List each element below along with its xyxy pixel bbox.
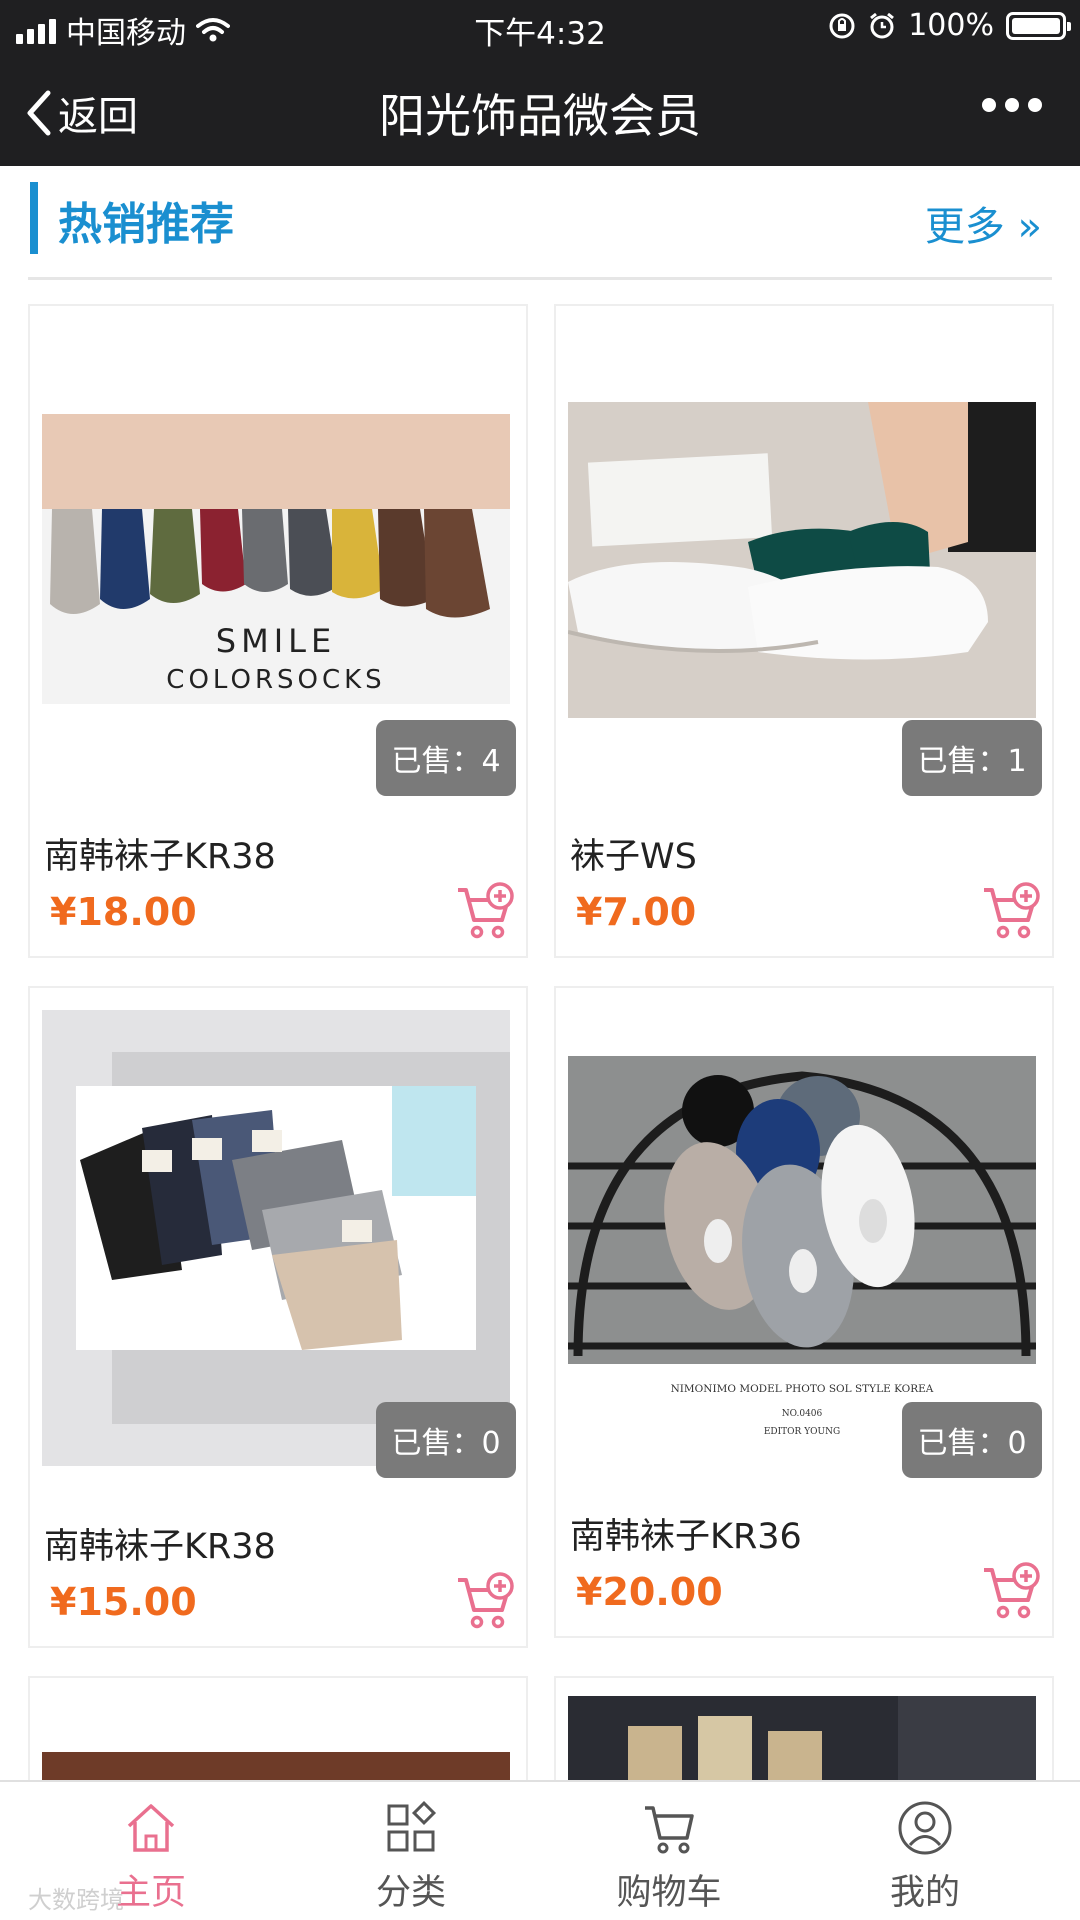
- battery-icon: [1006, 11, 1071, 40]
- top-bar: 中国移动 下午4:32 100% 返回 阳光饰品微会员: [0, 0, 1080, 166]
- tab-category[interactable]: 分类: [276, 1782, 546, 1920]
- user-icon: [898, 1801, 952, 1855]
- category-icon: [387, 1800, 437, 1852]
- product-image[interactable]: [568, 402, 1036, 718]
- product-card[interactable]: 已售：0 南韩袜子KR38 ¥15.00: [28, 986, 528, 1648]
- watermark: 大数跨境: [28, 1886, 124, 1914]
- image-caption-1: NIMONIMO MODEL PHOTO SOL STYLE KOREA: [671, 1383, 934, 1395]
- screen: 中国移动 下午4:32 100% 返回 阳光饰品微会员 热销推荐 更多 » SM…: [0, 0, 1080, 1920]
- product-price: ¥15.00: [50, 1580, 197, 1624]
- add-to-cart-icon[interactable]: [980, 882, 1042, 942]
- folded-socks-photo: [42, 1010, 510, 1466]
- product-name[interactable]: 南韩袜子KR38: [44, 828, 276, 879]
- socks-photo: SMILE COLORSOCKS: [42, 414, 510, 704]
- tab-mine[interactable]: 我的: [790, 1782, 1060, 1920]
- tab-label: 我的: [889, 1873, 960, 1913]
- tab-cart[interactable]: 购物车: [534, 1782, 804, 1920]
- product-image[interactable]: [42, 1010, 510, 1466]
- add-to-cart-icon[interactable]: [980, 1562, 1042, 1622]
- product-name[interactable]: 南韩袜子KR38: [44, 1518, 276, 1569]
- product-price: ¥7.00: [576, 890, 697, 934]
- add-to-cart-icon[interactable]: [454, 1572, 516, 1632]
- product-name[interactable]: 南韩袜子KR36: [570, 1508, 802, 1559]
- nav-bar: 返回 阳光饰品微会员: [0, 54, 1080, 166]
- sold-badge: 已售：1: [902, 720, 1042, 796]
- section-header: 热销推荐 更多 »: [28, 180, 1052, 280]
- home-icon: [127, 1804, 175, 1852]
- product-price: ¥18.00: [50, 890, 197, 934]
- section-title: 热销推荐: [58, 199, 234, 250]
- sold-badge: 已售：0: [376, 1402, 516, 1478]
- image-caption-1: SMILE: [216, 622, 336, 660]
- rotation-lock-icon: [829, 13, 855, 38]
- sold-badge: 已售：4: [376, 720, 516, 796]
- tab-label: 分类: [375, 1873, 446, 1913]
- page-title: 阳光饰品微会员: [379, 89, 701, 143]
- sold-badge: 已售：0: [902, 1402, 1042, 1478]
- status-bar: 中国移动 下午4:32 100%: [0, 0, 1080, 54]
- product-image[interactable]: SMILE COLORSOCKS: [42, 414, 510, 704]
- sneaker-photo: [568, 402, 1036, 718]
- product-name[interactable]: 袜子WS: [570, 828, 697, 879]
- more-menu-button[interactable]: [982, 98, 1042, 112]
- product-price: ¥20.00: [576, 1570, 723, 1614]
- more-link[interactable]: 更多 »: [925, 194, 1042, 252]
- alarm-icon: [870, 12, 895, 38]
- image-caption-2: COLORSOCKS: [166, 665, 385, 695]
- section-accent-bar: [30, 182, 38, 254]
- no-show-socks-photo: NIMONIMO MODEL PHOTO SOL STYLE KOREA NO.…: [568, 1056, 1036, 1437]
- product-card[interactable]: NIMONIMO MODEL PHOTO SOL STYLE KOREA NO.…: [554, 986, 1054, 1638]
- status-right: 100%: [828, 8, 1071, 43]
- cart-icon: [645, 1806, 694, 1854]
- tab-label: 购物车: [616, 1873, 722, 1913]
- product-card[interactable]: SMILE COLORSOCKS 已售：4 南韩袜子KR38 ¥18.00: [28, 304, 528, 958]
- product-card[interactable]: 已售：1 袜子WS ¥7.00: [554, 304, 1054, 958]
- image-caption-3: EDITOR YOUNG: [764, 1427, 840, 1437]
- product-image[interactable]: NIMONIMO MODEL PHOTO SOL STYLE KOREA NO.…: [568, 1056, 1036, 1446]
- add-to-cart-icon[interactable]: [454, 882, 516, 942]
- battery-percent: 100%: [908, 8, 994, 43]
- tab-bar: 主页 分类 购物车 我的: [0, 1780, 1080, 1920]
- image-caption-2: NO.0406: [782, 1409, 823, 1419]
